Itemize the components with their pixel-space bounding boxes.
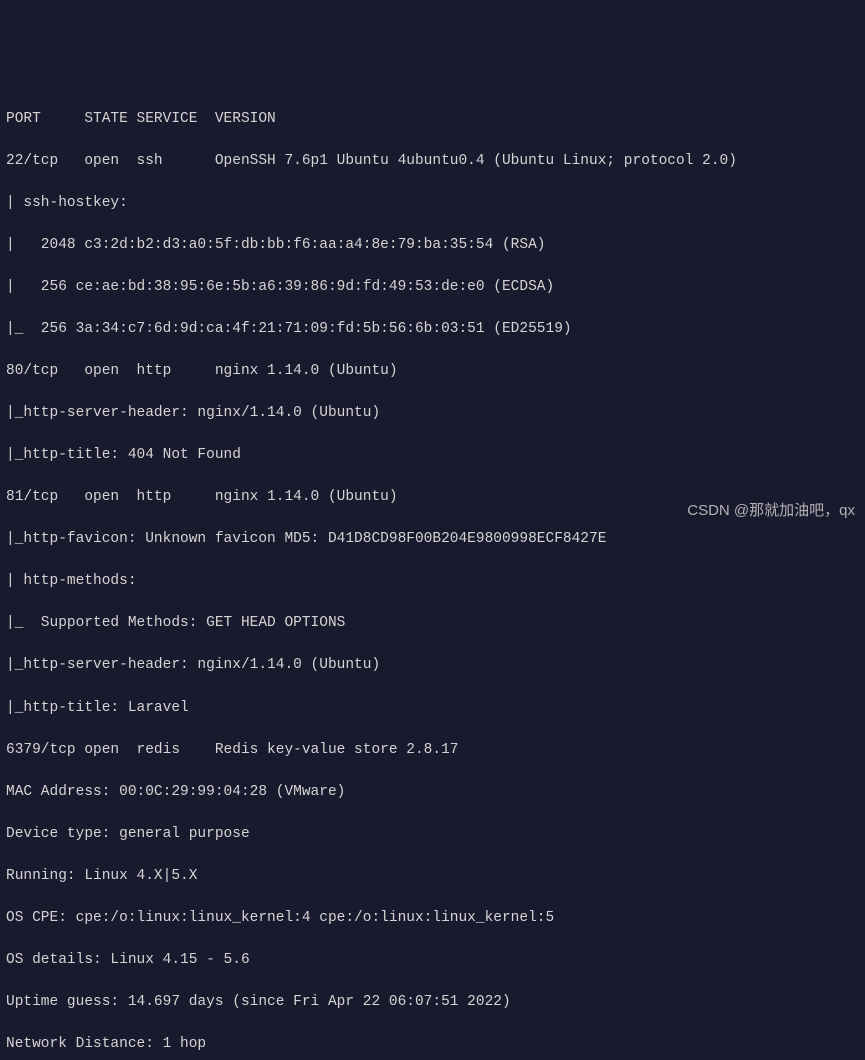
port80-line: 80/tcp open http nginx 1.14.0 (Ubuntu) [6, 361, 859, 382]
ed25519-key-line: |_ 256 3a:34:c7:6d:9d:ca:4f:21:71:09:fd:… [6, 319, 859, 340]
http81-favicon-line: |_http-favicon: Unknown favicon MD5: D41… [6, 529, 859, 550]
running-line: Running: Linux 4.X|5.X [6, 866, 859, 887]
http-methods-line: | http-methods: [6, 571, 859, 592]
rsa-key-line: | 2048 c3:2d:b2:d3:a0:5f:db:bb:f6:aa:a4:… [6, 235, 859, 256]
os-cpe-line: OS CPE: cpe:/o:linux:linux_kernel:4 cpe:… [6, 908, 859, 929]
port6379-line: 6379/tcp open redis Redis key-value stor… [6, 740, 859, 761]
device-type-line: Device type: general purpose [6, 824, 859, 845]
watermark: CSDN @那就加油吧，qx [687, 500, 855, 522]
ecdsa-key-line: | 256 ce:ae:bd:38:95:6e:5b:a6:39:86:9d:f… [6, 277, 859, 298]
mac-address-line: MAC Address: 00:0C:29:99:04:28 (VMware) [6, 782, 859, 803]
uptime-line: Uptime guess: 14.697 days (since Fri Apr… [6, 992, 859, 1013]
http81-title-line: |_http-title: Laravel [6, 698, 859, 719]
header-line: PORT STATE SERVICE VERSION [6, 109, 859, 130]
http80-title-line: |_http-title: 404 Not Found [6, 445, 859, 466]
terminal-output: PORT STATE SERVICE VERSION 22/tcp open s… [6, 88, 859, 1060]
http80-header-line: |_http-server-header: nginx/1.14.0 (Ubun… [6, 403, 859, 424]
os-details-line: OS details: Linux 4.15 - 5.6 [6, 950, 859, 971]
port22-line: 22/tcp open ssh OpenSSH 7.6p1 Ubuntu 4ub… [6, 151, 859, 172]
supported-methods-line: |_ Supported Methods: GET HEAD OPTIONS [6, 613, 859, 634]
http81-header-line: |_http-server-header: nginx/1.14.0 (Ubun… [6, 655, 859, 676]
network-distance-line: Network Distance: 1 hop [6, 1034, 859, 1055]
ssh-hostkey-line: | ssh-hostkey: [6, 193, 859, 214]
